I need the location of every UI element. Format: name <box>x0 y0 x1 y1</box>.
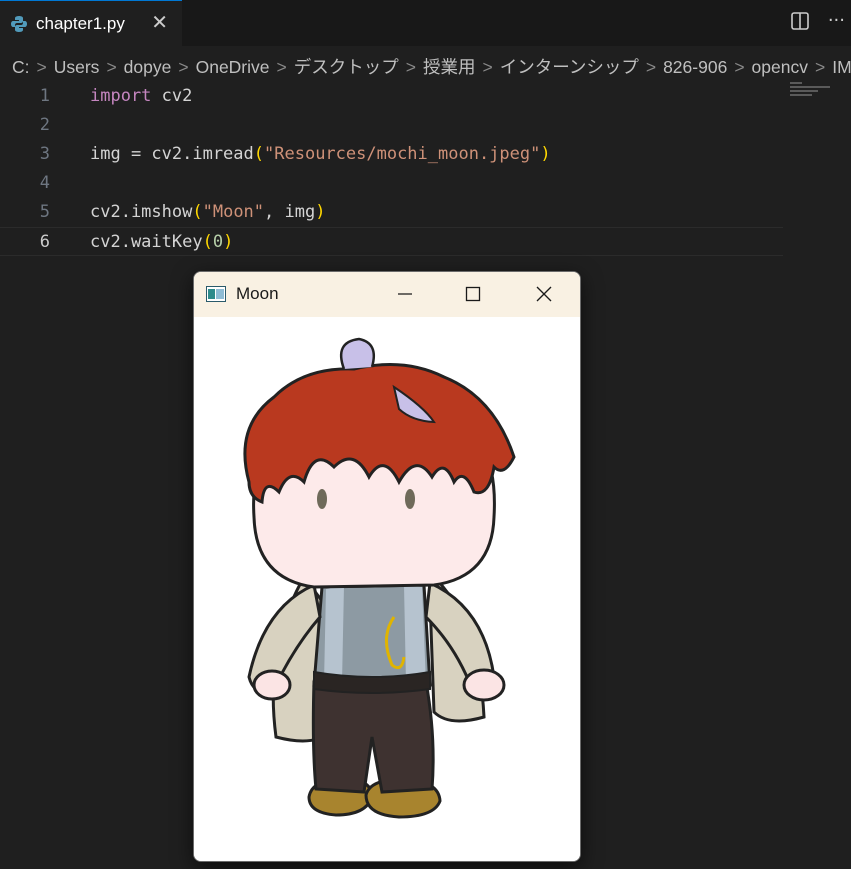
breadcrumb-item[interactable]: デスクトップ <box>294 57 399 77</box>
code-token: , img <box>264 202 316 222</box>
editor-actions: ··· <box>790 10 845 32</box>
line-number: 3 <box>39 144 50 164</box>
image-canvas <box>194 317 580 861</box>
code-token: ) <box>540 144 551 164</box>
breadcrumb-item[interactable]: インターンシップ <box>500 57 639 77</box>
code-text: img = cv2.imread("Resources/mochi_moon.j… <box>90 140 551 169</box>
breadcrumb-separator-icon: > <box>734 57 745 77</box>
code-text: cv2.waitKey(0) <box>90 228 233 257</box>
python-file-icon <box>11 15 27 32</box>
breadcrumb-separator-icon: > <box>482 57 493 77</box>
code-token: ) <box>315 202 326 222</box>
code-token: ( <box>253 144 265 164</box>
line-number: 1 <box>39 86 50 106</box>
breadcrumb-item[interactable]: Users <box>54 57 100 77</box>
tab-bar: chapter1.py ✕ ··· <box>0 0 851 46</box>
code-token: ( <box>192 202 203 222</box>
code-text: cv2.imshow("Moon", img) <box>90 198 325 227</box>
close-tab-icon[interactable]: ✕ <box>151 12 168 32</box>
breadcrumb-item[interactable]: 授業用 <box>423 57 476 77</box>
breadcrumb-separator-icon: > <box>405 57 416 77</box>
code-token: ( <box>202 232 213 252</box>
breadcrumb-item[interactable]: IMD <box>832 57 851 77</box>
breadcrumb-item[interactable]: dopye <box>124 57 172 77</box>
code-line[interactable]: 3 img = cv2.imread("Resources/mochi_moon.… <box>0 140 783 169</box>
code-token: img = cv2.imread <box>90 144 254 164</box>
chibi-character-image <box>243 337 516 819</box>
close-icon <box>536 286 552 302</box>
opencv-window[interactable]: Moon <box>193 271 581 862</box>
breadcrumb-separator-icon: > <box>645 57 657 77</box>
breadcrumb-separator-icon: > <box>276 57 287 77</box>
line-number: 5 <box>39 202 50 222</box>
code-line[interactable]: 5 cv2.imshow("Moon", img) <box>0 198 783 227</box>
more-actions-icon[interactable]: ··· <box>828 10 845 32</box>
breadcrumb-item[interactable]: C: <box>12 57 30 77</box>
line-number: 4 <box>39 173 50 193</box>
breadcrumb-item[interactable]: opencv <box>752 57 808 77</box>
breadcrumb: C: > Users > dopye > OneDrive > デスクトップ > 授業用 > インターン… <box>12 54 851 80</box>
minimize-button[interactable] <box>390 282 420 306</box>
breadcrumb-separator-icon: > <box>178 57 189 77</box>
minimize-icon <box>398 293 412 295</box>
code-line[interactable]: 2 <box>0 111 783 140</box>
code-token: 0 <box>212 232 224 252</box>
code-line[interactable]: 4 <box>0 169 783 198</box>
breadcrumb-separator-icon: > <box>36 57 47 77</box>
maximize-icon <box>465 286 481 302</box>
line-number: 6 <box>39 232 50 252</box>
code-token: import <box>90 86 152 106</box>
code-token: "Moon" <box>202 202 265 222</box>
window-title: Moon <box>236 284 279 303</box>
code-line[interactable]: 6 cv2.waitKey(0) <box>0 227 783 256</box>
code-token: cv2 <box>151 86 193 106</box>
close-window-button[interactable] <box>529 282 559 306</box>
breadcrumb-separator-icon: > <box>814 57 826 77</box>
code-text: import cv2 <box>90 82 192 111</box>
breadcrumb-separator-icon: > <box>106 57 117 77</box>
window-app-icon <box>206 286 226 302</box>
code-token: ) <box>223 232 234 252</box>
maximize-button[interactable] <box>458 282 488 306</box>
code-token: cv2.imshow <box>90 202 193 222</box>
split-editor-icon[interactable] <box>790 11 810 31</box>
code-line[interactable]: 1 import cv2 <box>0 82 783 111</box>
breadcrumb-item[interactable]: 826-906 <box>663 57 727 77</box>
window-titlebar[interactable]: Moon <box>194 272 580 317</box>
code-token: "Resources/mochi_moon.jpeg" <box>264 144 541 164</box>
breadcrumb-item[interactable]: OneDrive <box>196 57 270 77</box>
line-number: 2 <box>39 115 50 135</box>
code-token: cv2.waitKey <box>90 232 203 252</box>
tab-chapter1[interactable]: chapter1.py ✕ <box>0 0 182 46</box>
tab-title: chapter1.py <box>36 13 125 33</box>
